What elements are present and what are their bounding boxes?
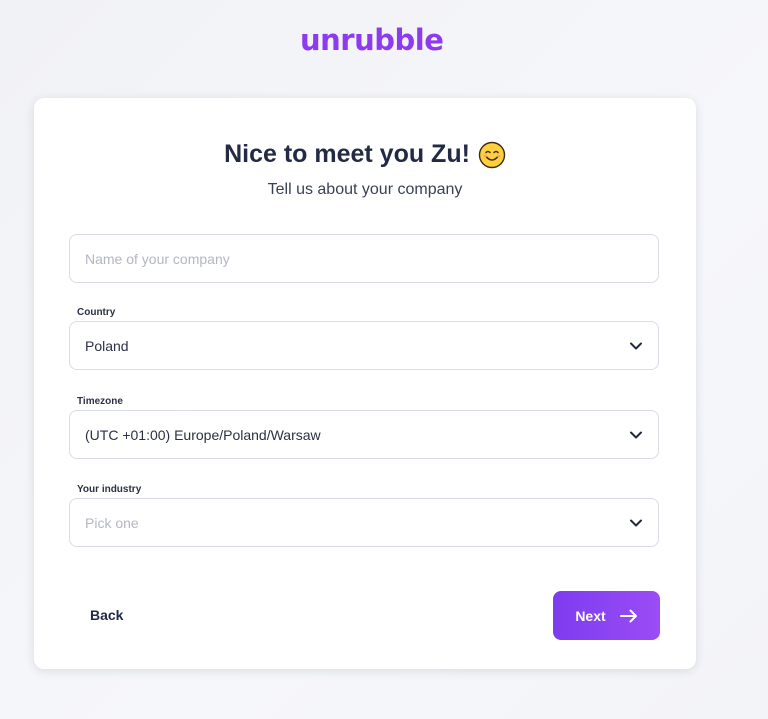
timezone-value: (UTC +01:00) Europe/Poland/Warsaw [85,426,321,443]
smiling-face-icon [478,141,506,168]
timezone-label: Timezone [77,396,123,407]
page-title: Nice to meet you Zu! [34,140,696,169]
chevron-down-icon [630,431,642,438]
industry-label: Your industry [77,484,142,495]
company-name-input[interactable]: Name of your company [69,234,659,283]
next-button-label: Next [575,607,606,624]
country-select[interactable]: Poland [69,321,659,370]
page-subtitle: Tell us about your company [267,181,463,198]
country-label: Country [77,307,116,318]
unrubble-logo: unrubble [300,20,444,60]
logo-text: unrubble [300,23,444,57]
next-button[interactable]: Next [553,591,660,640]
title-text: Nice to meet you Zu! [224,140,470,168]
chevron-down-icon [630,519,642,526]
onboarding-card: Nice to meet you Zu! Tell us about your … [34,98,696,669]
arrow-right-icon [619,609,637,622]
company-name-placeholder: Name of your company [85,250,230,267]
timezone-select[interactable]: (UTC +01:00) Europe/Poland/Warsaw [69,410,659,459]
industry-select[interactable]: Pick one [69,498,659,547]
chevron-down-icon [630,342,642,349]
industry-placeholder: Pick one [85,514,139,531]
back-button[interactable]: Back [82,603,131,627]
country-value: Poland [85,337,129,354]
